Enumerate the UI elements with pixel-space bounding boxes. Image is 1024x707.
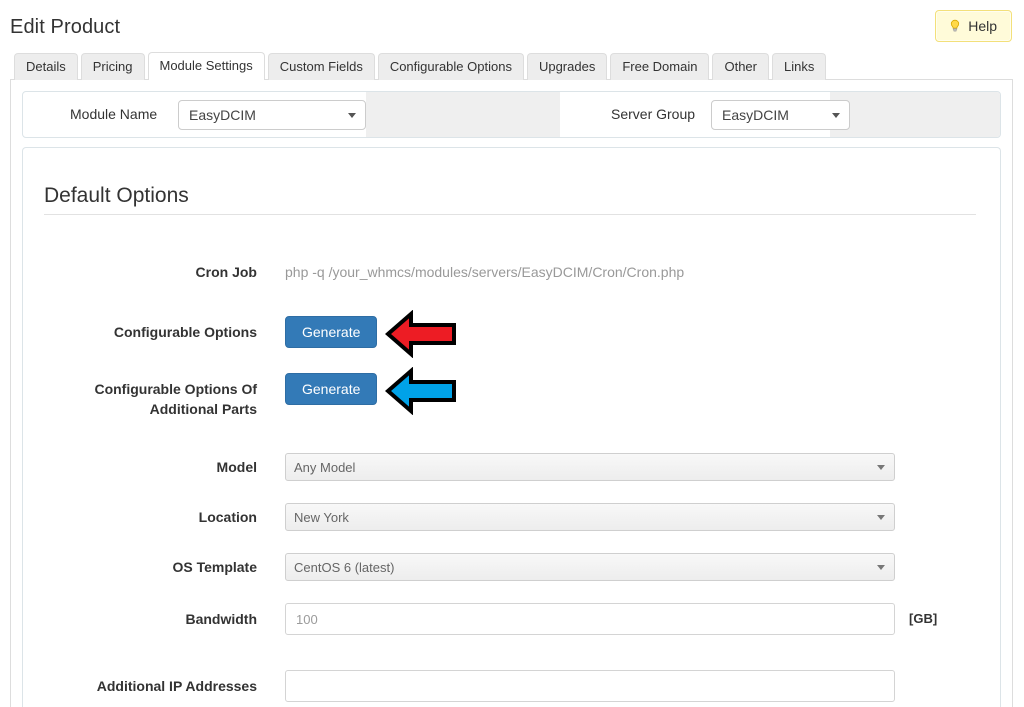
tab-details[interactable]: Details xyxy=(14,53,78,80)
label-line-1: Configurable Options Of xyxy=(94,381,257,397)
panel-filler-right xyxy=(830,92,1000,137)
module-name-value: EasyDCIM xyxy=(189,107,256,123)
red-arrow-annotation xyxy=(384,309,457,363)
configurable-options-label: Configurable Options xyxy=(113,324,257,340)
help-button[interactable]: Help xyxy=(935,10,1012,42)
model-select[interactable]: Any Model xyxy=(285,453,895,481)
tab-upgrades[interactable]: Upgrades xyxy=(526,53,608,80)
location-select[interactable]: New York xyxy=(285,503,895,531)
module-selection-panel: Module Name EasyDCIM Server Group EasyDC… xyxy=(22,91,1001,138)
location-value: New York xyxy=(294,509,349,525)
tab-links[interactable]: Links xyxy=(771,53,827,80)
cron-job-label: Cron Job xyxy=(195,264,257,280)
page-root: Edit Product Help Details Pricing Module… xyxy=(0,0,1024,707)
tab-label: Other xyxy=(724,59,757,74)
section-title: Default Options xyxy=(44,184,189,207)
server-group-value: EasyDCIM xyxy=(722,107,789,123)
tab-bar: Details Pricing Module Settings Custom F… xyxy=(14,52,827,80)
label-line-2: Additional Parts xyxy=(149,401,257,417)
chevron-down-icon xyxy=(877,465,885,470)
chevron-down-icon xyxy=(877,515,885,520)
additional-ip-addresses-label: Additional IP Addresses xyxy=(96,678,257,694)
help-button-label: Help xyxy=(968,18,997,34)
tab-module-settings[interactable]: Module Settings xyxy=(147,52,265,80)
module-name-label: Module Name xyxy=(70,106,158,122)
tab-pricing[interactable]: Pricing xyxy=(80,53,145,80)
location-label: Location xyxy=(198,509,257,525)
default-options-panel: Default Options Cron Job php -q /your_wh… xyxy=(22,147,1001,707)
cron-job-value: php -q /your_whmcs/modules/servers/EasyD… xyxy=(285,264,685,280)
server-group-select[interactable]: EasyDCIM xyxy=(711,100,850,130)
tab-label: Free Domain xyxy=(622,59,698,74)
lightbulb-icon xyxy=(948,19,962,33)
os-template-select[interactable]: CentOS 6 (latest) xyxy=(285,553,895,581)
blue-arrow-annotation xyxy=(384,366,457,420)
configurable-options-generate-button[interactable]: Generate xyxy=(285,316,378,348)
server-group-label: Server Group xyxy=(611,106,696,122)
model-label: Model xyxy=(216,459,257,475)
tab-label: Upgrades xyxy=(538,59,596,74)
page-title: Edit Product xyxy=(10,16,121,38)
section-divider xyxy=(44,214,976,215)
bandwidth-input[interactable]: 100 xyxy=(285,603,895,635)
panel-filler-left xyxy=(366,92,560,137)
tab-label: Details xyxy=(26,59,66,74)
tab-label: Custom Fields xyxy=(279,59,363,74)
tab-label: Pricing xyxy=(92,59,133,74)
module-name-select[interactable]: EasyDCIM xyxy=(178,100,366,130)
tab-label: Links xyxy=(783,59,815,74)
chevron-down-icon xyxy=(348,113,356,118)
tab-free-domain[interactable]: Free Domain xyxy=(610,53,710,80)
model-value: Any Model xyxy=(294,459,356,475)
additional-ip-addresses-input[interactable] xyxy=(285,670,895,702)
tab-configurable-options[interactable]: Configurable Options xyxy=(377,53,524,80)
tab-custom-fields[interactable]: Custom Fields xyxy=(267,53,375,80)
chevron-down-icon xyxy=(832,113,840,118)
configurable-options-additional-label: Configurable Options Of Additional Parts xyxy=(23,379,257,419)
chevron-down-icon xyxy=(877,565,885,570)
tab-other[interactable]: Other xyxy=(712,53,769,80)
bandwidth-unit: [GB] xyxy=(909,611,938,626)
os-template-label: OS Template xyxy=(172,559,257,575)
tab-label: Configurable Options xyxy=(389,59,512,74)
configurable-options-additional-generate-button[interactable]: Generate xyxy=(285,373,378,405)
bandwidth-label: Bandwidth xyxy=(185,611,257,627)
os-template-value: CentOS 6 (latest) xyxy=(294,559,395,575)
tab-label: Module Settings xyxy=(159,58,253,73)
bandwidth-placeholder: 100 xyxy=(296,611,318,627)
